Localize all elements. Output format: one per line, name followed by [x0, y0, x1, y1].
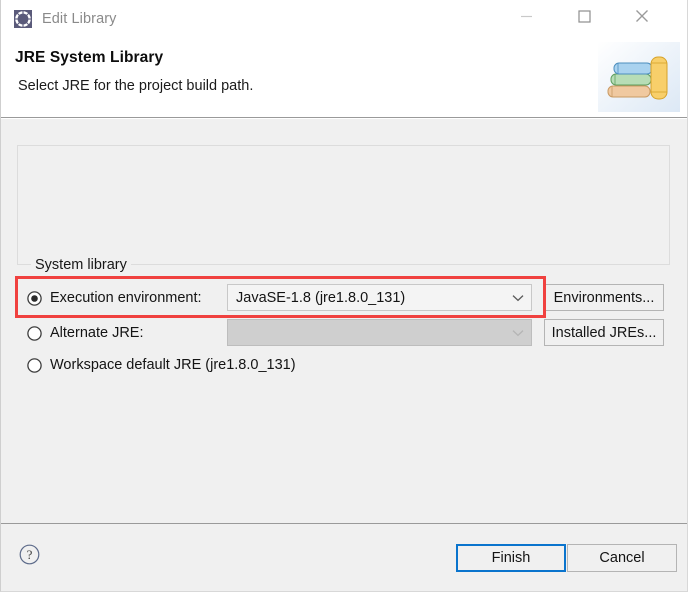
radio-workspace-default-jre[interactable]: Workspace default JRE (jre1.8.0_131)	[27, 353, 296, 377]
chevron-down-icon	[509, 329, 527, 337]
radio-execution-environment-label: Execution environment:	[50, 289, 202, 306]
maximize-icon	[577, 9, 591, 23]
dialog-header: JRE System Library Select JRE for the pr…	[1, 38, 687, 118]
page-title: JRE System Library	[15, 49, 164, 66]
close-button[interactable]	[619, 0, 665, 32]
finish-button[interactable]: Finish	[456, 544, 566, 572]
maximize-button[interactable]	[561, 0, 607, 32]
help-icon[interactable]: ?	[19, 544, 40, 565]
execution-environment-combo-value: JavaSE-1.8 (jre1.8.0_131)	[236, 289, 406, 306]
close-icon	[636, 10, 648, 22]
radio-unselected-icon	[27, 357, 42, 373]
edit-library-dialog: Edit Library JRE System Library Select J…	[0, 0, 688, 592]
eclipse-library-icon	[14, 10, 32, 28]
dialog-body: System library Execution environment: Ja…	[1, 118, 687, 591]
chevron-down-icon	[509, 294, 527, 302]
title-bar: Edit Library	[1, 0, 687, 38]
environments-button[interactable]: Environments...	[544, 284, 664, 311]
radio-execution-environment[interactable]: Execution environment:	[27, 286, 202, 310]
page-subtitle: Select JRE for the project build path.	[18, 78, 254, 94]
cancel-button[interactable]: Cancel	[567, 544, 677, 572]
system-library-group	[17, 145, 670, 265]
radio-alternate-jre-label: Alternate JRE:	[50, 324, 144, 341]
minimize-button[interactable]	[503, 0, 549, 32]
radio-unselected-icon	[27, 325, 42, 341]
radio-alternate-jre[interactable]: Alternate JRE:	[27, 321, 144, 345]
system-library-group-label: System library	[31, 257, 131, 273]
window-title: Edit Library	[42, 11, 117, 27]
execution-environment-combo[interactable]: JavaSE-1.8 (jre1.8.0_131)	[227, 284, 532, 311]
minimize-icon	[520, 15, 532, 17]
radio-workspace-default-jre-label: Workspace default JRE (jre1.8.0_131)	[50, 356, 296, 373]
installed-jres-button[interactable]: Installed JREs...	[544, 319, 664, 346]
alternate-jre-combo	[227, 319, 532, 346]
radio-selected-icon	[27, 290, 42, 306]
svg-text:?: ?	[27, 547, 33, 562]
book-stack-icon	[598, 42, 680, 112]
dialog-footer: ? Finish Cancel	[1, 523, 687, 591]
